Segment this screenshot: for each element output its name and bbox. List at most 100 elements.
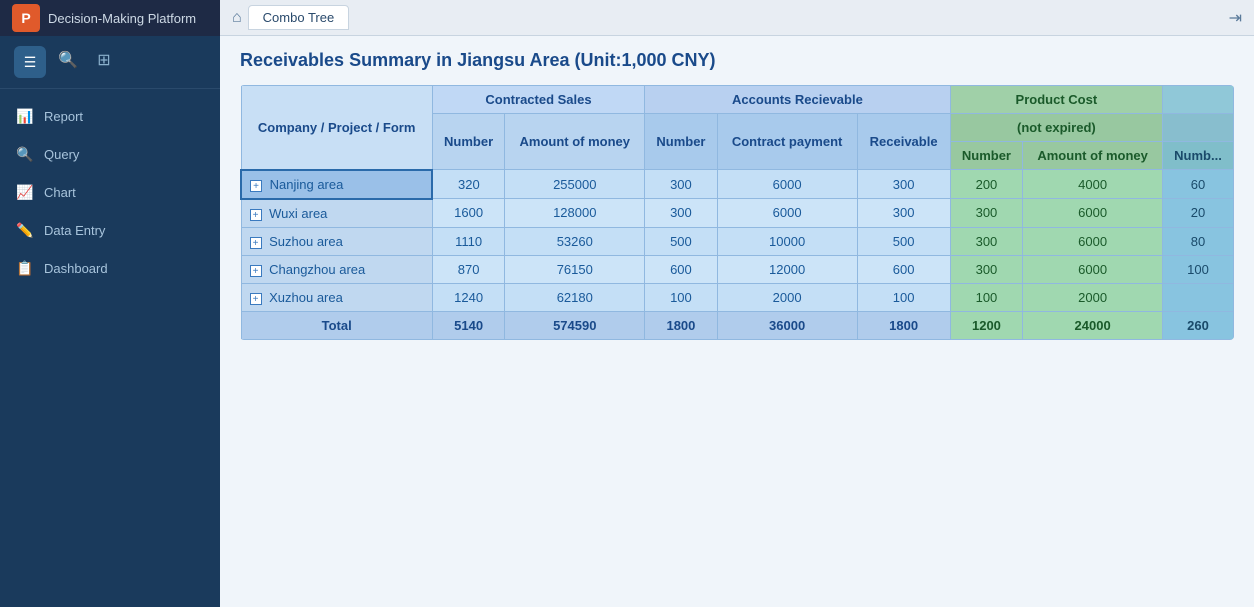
cell-wuxi-cs-amt: 128000 [505, 199, 645, 228]
col-header-pc-overflow-sub [1163, 114, 1234, 142]
cell-suzhou-ar-receivable: 500 [857, 227, 950, 255]
total-label: Total [241, 311, 432, 339]
sidebar-item-query-label: Query [44, 147, 79, 162]
cell-nanjing-cs-num: 320 [432, 170, 505, 199]
home-button[interactable]: ⌂ [232, 9, 242, 27]
total-pc-num: 1200 [950, 311, 1023, 339]
area-cell-nanjing[interactable]: + Nanjing area [241, 170, 432, 199]
content-area: Receivables Summary in Jiangsu Area (Uni… [220, 36, 1254, 607]
col-header-pc-number: Number [950, 142, 1023, 170]
cell-xuzhou-pc-num: 100 [950, 283, 1023, 311]
cell-xuzhou-ar-receivable: 100 [857, 283, 950, 311]
area-cell-changzhou[interactable]: + Changzhou area [241, 255, 432, 283]
cell-xuzhou-ar-num: 100 [645, 283, 718, 311]
cell-wuxi-pc-amt: 6000 [1023, 199, 1163, 228]
col-header-product-cost: Product Cost [950, 86, 1162, 114]
col-header-pc-amount: Amount of money [1023, 142, 1163, 170]
cell-suzhou-ar-num: 500 [645, 227, 718, 255]
cell-wuxi-ar-contract: 6000 [717, 199, 857, 228]
cell-xuzhou-cs-amt: 62180 [505, 283, 645, 311]
cell-suzhou-cs-amt: 53260 [505, 227, 645, 255]
main-area: ⌂ Combo Tree ⇥ Receivables Summary in Ji… [220, 0, 1254, 607]
data-table-wrapper: Company / Project / Form Contracted Sale… [240, 85, 1234, 340]
expand-changzhou-icon[interactable]: + [250, 265, 262, 277]
query-icon: 🔍 [16, 145, 34, 163]
table-row[interactable]: + Wuxi area 1600 128000 300 6000 300 300… [241, 199, 1234, 228]
search-icon[interactable]: 🔍 [54, 46, 82, 74]
cell-suzhou-cs-num: 1110 [432, 227, 505, 255]
cell-xuzhou-ar-contract: 2000 [717, 283, 857, 311]
menu-button[interactable]: ☰ [14, 46, 46, 78]
cell-xuzhou-overflow [1163, 283, 1234, 311]
area-label-wuxi: Wuxi area [269, 206, 327, 221]
cell-nanjing-ar-contract: 6000 [717, 170, 857, 199]
area-label-suzhou: Suzhou area [269, 234, 343, 249]
filter-icon[interactable]: ⊞ [90, 46, 118, 74]
cell-wuxi-cs-num: 1600 [432, 199, 505, 228]
expand-icon[interactable]: ⇥ [1229, 8, 1242, 28]
receivables-table: Company / Project / Form Contracted Sale… [240, 85, 1234, 340]
cell-nanjing-pc-num: 200 [950, 170, 1023, 199]
col-header-accounts-receivable: Accounts Recievable [645, 86, 951, 114]
cell-wuxi-ar-num: 300 [645, 199, 718, 228]
cell-wuxi-overflow: 20 [1163, 199, 1234, 228]
sidebar-item-report-label: Report [44, 109, 83, 124]
total-overflow: 260 [1163, 311, 1234, 339]
cell-suzhou-pc-num: 300 [950, 227, 1023, 255]
cell-suzhou-ar-contract: 10000 [717, 227, 857, 255]
sidebar-item-data-entry[interactable]: ✏️ Data Entry [0, 211, 220, 249]
col-header-ar-number: Number [645, 114, 718, 170]
col-header-pc-notexpired: (not expired) [950, 114, 1162, 142]
cell-nanjing-ar-num: 300 [645, 170, 718, 199]
col-header-numb: Numb... [1163, 142, 1234, 170]
cell-changzhou-cs-num: 870 [432, 255, 505, 283]
area-label-xuzhou: Xuzhou area [269, 290, 343, 305]
expand-wuxi-icon[interactable]: + [250, 209, 262, 221]
cell-changzhou-pc-amt: 6000 [1023, 255, 1163, 283]
sidebar-item-query[interactable]: 🔍 Query [0, 135, 220, 173]
table-row[interactable]: + Nanjing area 320 255000 300 6000 300 2… [241, 170, 1234, 199]
col-header-cs-amount: Amount of money [505, 114, 645, 170]
cell-suzhou-pc-amt: 6000 [1023, 227, 1163, 255]
sidebar-item-data-entry-label: Data Entry [44, 223, 105, 238]
col-header-company: Company / Project / Form [241, 86, 432, 170]
total-cs-amt: 574590 [505, 311, 645, 339]
table-row[interactable]: + Changzhou area 870 76150 600 12000 600… [241, 255, 1234, 283]
topbar: ⌂ Combo Tree ⇥ [220, 0, 1254, 36]
page-title: Receivables Summary in Jiangsu Area (Uni… [240, 50, 1234, 71]
expand-suzhou-icon[interactable]: + [250, 237, 262, 249]
app-title: Decision-Making Platform [48, 11, 196, 26]
sidebar-toolbar: ☰ 🔍 ⊞ [0, 36, 220, 89]
expand-xuzhou-icon[interactable]: + [250, 293, 262, 305]
cell-nanjing-pc-amt: 4000 [1023, 170, 1163, 199]
table-row[interactable]: + Xuzhou area 1240 62180 100 2000 100 10… [241, 283, 1234, 311]
combo-tree-tab[interactable]: Combo Tree [248, 5, 350, 30]
area-cell-suzhou[interactable]: + Suzhou area [241, 227, 432, 255]
sidebar-item-report[interactable]: 📊 Report [0, 97, 220, 135]
sidebar-item-chart-label: Chart [44, 185, 76, 200]
col-header-contracted-sales: Contracted Sales [432, 86, 644, 114]
table-row[interactable]: + Suzhou area 1110 53260 500 10000 500 3… [241, 227, 1234, 255]
col-header-cs-number: Number [432, 114, 505, 170]
col-header-overflow [1163, 86, 1234, 114]
data-entry-icon: ✏️ [16, 221, 34, 239]
sidebar: P Decision-Making Platform ☰ 🔍 ⊞ 📊 Repor… [0, 0, 220, 607]
cell-xuzhou-pc-amt: 2000 [1023, 283, 1163, 311]
sidebar-item-dashboard[interactable]: 📋 Dashboard [0, 249, 220, 287]
expand-nanjing-icon[interactable]: + [250, 180, 262, 192]
area-cell-xuzhou[interactable]: + Xuzhou area [241, 283, 432, 311]
app-logo: P [12, 4, 40, 32]
cell-suzhou-overflow: 80 [1163, 227, 1234, 255]
cell-changzhou-pc-num: 300 [950, 255, 1023, 283]
total-cs-num: 5140 [432, 311, 505, 339]
chart-icon: 📈 [16, 183, 34, 201]
dashboard-icon: 📋 [16, 259, 34, 277]
cell-wuxi-ar-receivable: 300 [857, 199, 950, 228]
total-ar-receivable: 1800 [857, 311, 950, 339]
area-cell-wuxi[interactable]: + Wuxi area [241, 199, 432, 228]
cell-wuxi-pc-num: 300 [950, 199, 1023, 228]
cell-changzhou-ar-receivable: 600 [857, 255, 950, 283]
cell-nanjing-overflow: 60 [1163, 170, 1234, 199]
sidebar-item-chart[interactable]: 📈 Chart [0, 173, 220, 211]
cell-changzhou-ar-num: 600 [645, 255, 718, 283]
